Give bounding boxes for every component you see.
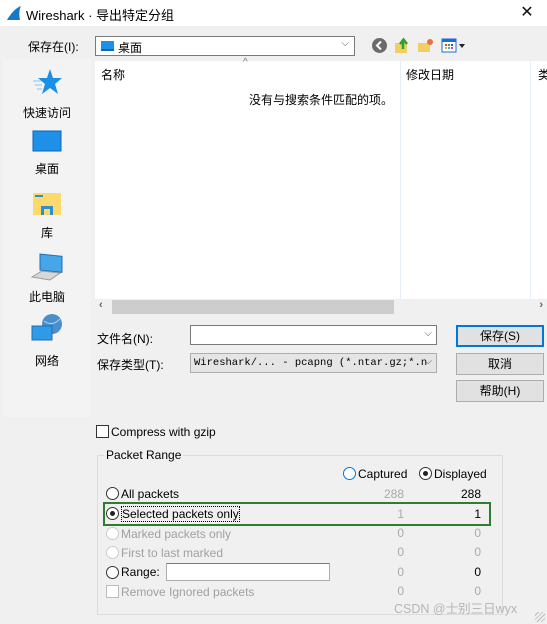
column-divider[interactable] — [530, 61, 531, 299]
view-menu-icon[interactable] — [441, 37, 467, 54]
radio-circle[interactable] — [419, 467, 432, 481]
place-label: 桌面 — [34, 162, 59, 176]
this-pc-icon — [30, 253, 63, 281]
displayed-label: Displayed — [434, 466, 487, 481]
displayed-count: 0 — [474, 584, 481, 598]
displayed-radio[interactable]: Displayed — [419, 466, 487, 481]
radio-circle[interactable] — [106, 565, 119, 579]
chevron-down-icon: ⌵ — [424, 356, 432, 367]
window-title: Wireshark · 导出特定分组 — [26, 8, 175, 23]
up-folder-icon[interactable] — [394, 37, 411, 54]
remove-ignored-checkbox: Remove Ignored packets — [106, 584, 254, 599]
filetype-dropdown[interactable]: Wireshark/... - pcapng (*.ntar.gz;*.n ⌵ — [190, 353, 437, 373]
radio-circle[interactable] — [343, 467, 356, 481]
save-button[interactable]: 保存(S) — [456, 325, 544, 347]
library-icon — [33, 193, 61, 215]
place-label: 网络 — [34, 354, 59, 368]
displayed-count: 0 — [474, 526, 481, 540]
range-option-label: Remove Ignored packets — [121, 584, 255, 599]
captured-count: 0 — [397, 545, 404, 559]
checkbox-box — [106, 585, 119, 599]
radio-circle — [106, 546, 119, 560]
quick-access-star-icon — [33, 69, 62, 94]
filetype-value: Wireshark/... - pcapng (*.ntar.gz;*.n — [194, 357, 428, 369]
displayed-count: 1 — [474, 507, 481, 521]
desktop-folder-icon — [101, 41, 114, 51]
wireshark-fin-icon — [7, 6, 21, 20]
place-desktop[interactable]: 桌面 — [3, 129, 91, 177]
title-bar: Wireshark · 导出特定分组 ✕ — [0, 0, 547, 26]
chevron-down-icon: ⌵ — [341, 38, 349, 49]
file-list[interactable]: ^ 名称 修改日期 类 没有与搜索条件匹配的项。 — [95, 57, 547, 299]
marked-packets-radio: Marked packets only — [106, 526, 231, 541]
captured-count: 0 — [397, 526, 404, 540]
watermark: CSDN @士别三日wyx — [394, 602, 518, 616]
column-divider[interactable] — [400, 61, 401, 299]
scroll-left-icon[interactable]: ‹ — [99, 299, 103, 311]
save-in-label: 保存在(I): — [28, 40, 79, 54]
displayed-count: 0 — [474, 565, 481, 579]
first-to-last-marked-radio: First to last marked — [106, 545, 223, 560]
new-folder-icon[interactable] — [417, 37, 434, 54]
selected-packets-radio[interactable]: Selected packets only — [106, 505, 240, 522]
back-icon[interactable] — [371, 37, 388, 54]
horizontal-scrollbar[interactable]: ‹ › — [95, 299, 547, 315]
place-this-pc[interactable]: 此电脑 — [3, 251, 91, 305]
range-option-label: All packets — [121, 486, 180, 501]
filetype-label: 保存类型(T): — [97, 358, 164, 372]
packet-range-title: Packet Range — [104, 448, 184, 462]
displayed-count: 288 — [460, 487, 481, 501]
close-icon[interactable]: ✕ — [515, 2, 539, 22]
compress-gzip-checkbox[interactable]: Compress with gzip — [96, 424, 216, 439]
place-label: 库 — [40, 226, 53, 240]
range-option-label: Range: — [121, 565, 160, 579]
column-header-name[interactable]: 名称 — [95, 61, 131, 85]
radio-circle[interactable] — [106, 507, 119, 521]
checkbox-box[interactable] — [96, 425, 109, 439]
place-library[interactable]: 库 — [3, 191, 91, 241]
save-in-value: 桌面 — [118, 41, 143, 55]
filename-label: 文件名(N): — [97, 332, 153, 346]
place-quick-access[interactable]: 快速访问 — [3, 67, 91, 121]
network-icon — [31, 314, 62, 341]
resize-grip-icon[interactable] — [535, 612, 545, 622]
range-option-label: Marked packets only — [121, 526, 232, 541]
captured-radio[interactable]: Captured — [343, 466, 407, 481]
chevron-down-icon[interactable]: ⌵ — [424, 328, 432, 339]
captured-count: 1 — [397, 507, 404, 521]
captured-count: 288 — [383, 487, 404, 501]
cancel-button[interactable]: 取消 — [456, 353, 544, 375]
captured-count: 0 — [397, 584, 404, 598]
range-radio[interactable]: Range: — [106, 563, 331, 581]
places-bar: 快速访问 桌面 库 此电脑 网络 — [3, 59, 91, 417]
range-option-label: First to last marked — [121, 545, 224, 560]
displayed-count: 0 — [474, 545, 481, 559]
help-button[interactable]: 帮助(H) — [456, 380, 544, 402]
column-header-type[interactable]: 类 — [532, 61, 547, 85]
radio-circle[interactable] — [106, 487, 119, 501]
all-packets-radio[interactable]: All packets — [106, 486, 179, 501]
save-in-dropdown[interactable]: 桌面 ⌵ — [95, 36, 355, 56]
range-option-label: Selected packets only — [121, 505, 240, 522]
desktop-icon — [32, 130, 62, 152]
radio-circle — [106, 527, 119, 541]
filename-input[interactable]: ⌵ — [190, 325, 437, 345]
range-input[interactable] — [166, 563, 331, 581]
scroll-right-icon[interactable]: › — [539, 299, 543, 311]
empty-message: 没有与搜索条件匹配的项。 — [249, 93, 394, 107]
captured-label: Captured — [358, 466, 408, 481]
place-label: 此电脑 — [28, 290, 65, 304]
place-label: 快速访问 — [22, 106, 71, 120]
compress-label: Compress with gzip — [111, 424, 216, 439]
place-network[interactable]: 网络 — [3, 313, 91, 369]
scrollbar-thumb[interactable] — [112, 300, 394, 314]
sort-ascending-icon: ^ — [243, 57, 248, 68]
column-header-modified[interactable]: 修改日期 — [400, 61, 460, 85]
captured-count: 0 — [397, 565, 404, 579]
